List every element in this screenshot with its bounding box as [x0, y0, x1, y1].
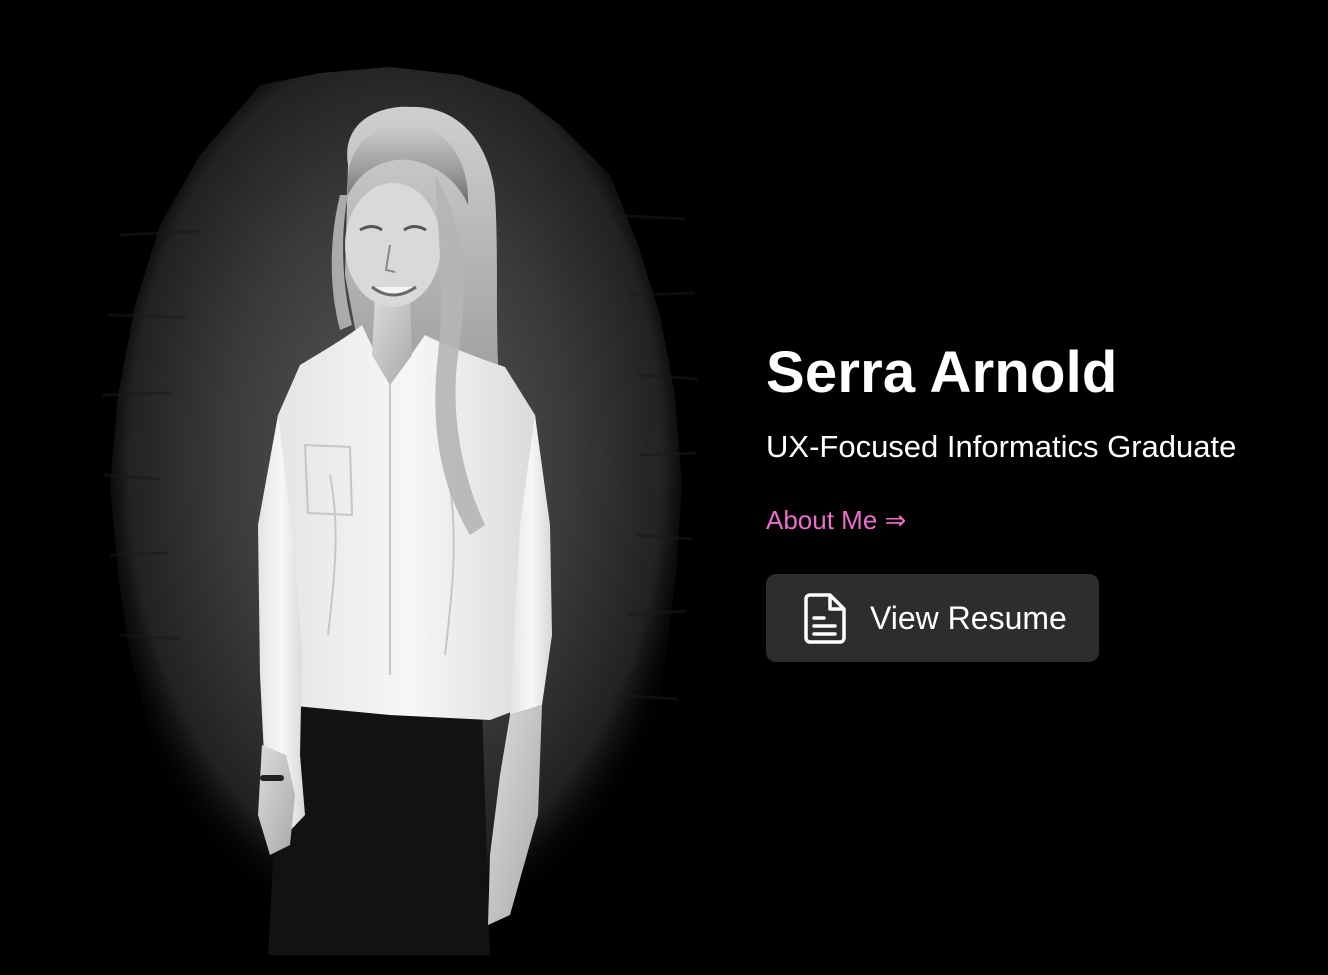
- profile-photo: [90, 55, 700, 955]
- page: Serra Arnold UX-Focused Informatics Grad…: [0, 0, 1328, 975]
- document-icon: [804, 593, 846, 644]
- page-title: Serra Arnold: [766, 340, 1118, 405]
- view-resume-label: View Resume: [870, 600, 1067, 636]
- tagline: UX-Focused Informatics Graduate: [766, 429, 1237, 464]
- view-resume-button[interactable]: View Resume: [766, 574, 1099, 662]
- hero-section: Serra Arnold UX-Focused Informatics Grad…: [766, 338, 1306, 662]
- about-me-link[interactable]: About Me ⇒: [766, 504, 906, 536]
